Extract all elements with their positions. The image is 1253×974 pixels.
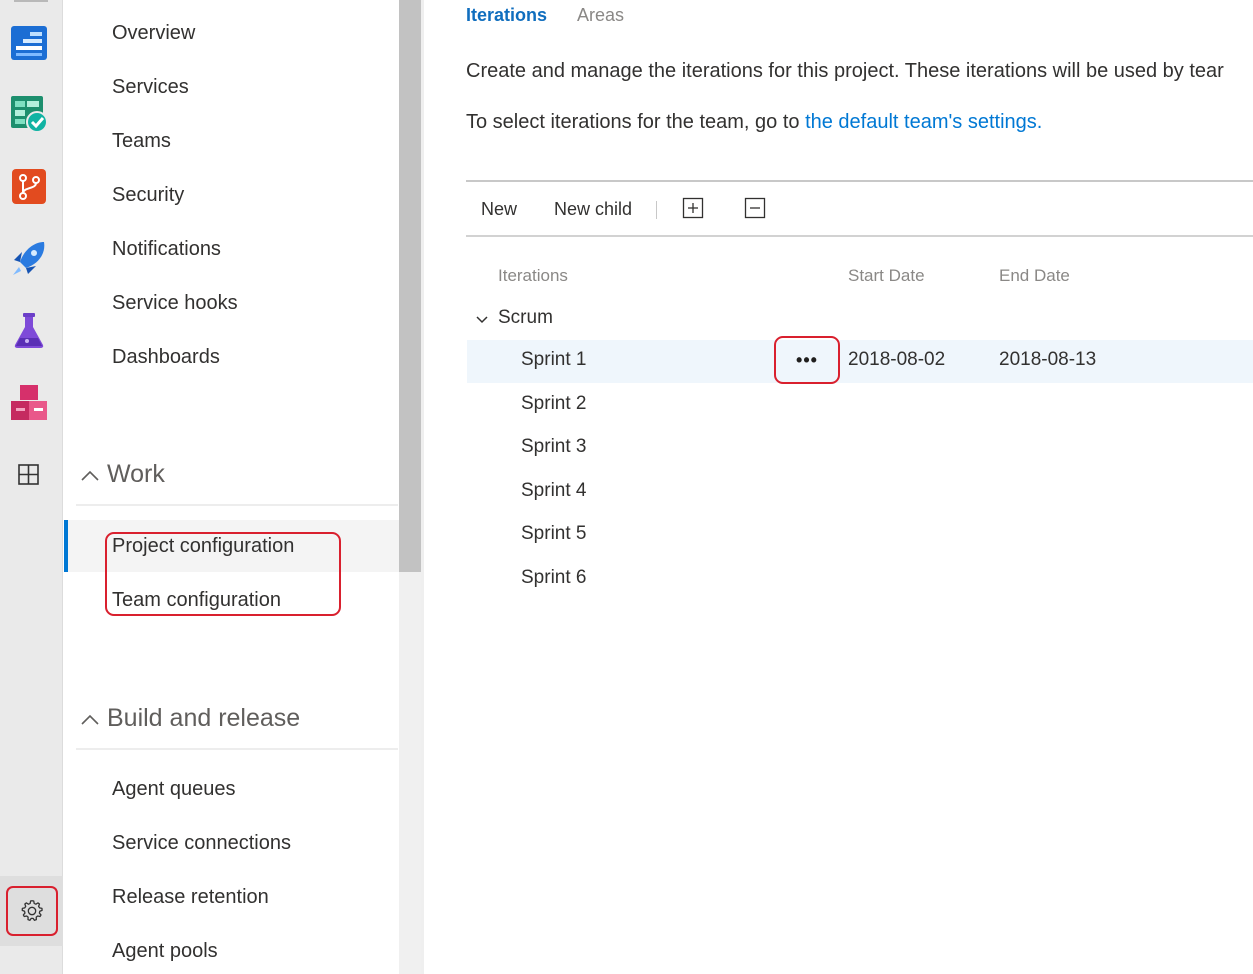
nav-item-security[interactable]: Security (112, 184, 184, 207)
app-rail (0, 0, 63, 974)
sprint-1-end-date: 2018-08-13 (999, 349, 1097, 370)
nav-item-services[interactable]: Services (112, 76, 189, 99)
repos-icon[interactable] (10, 166, 48, 206)
iteration-row-sprint-3[interactable]: Sprint 3 (521, 436, 586, 458)
toolbar: New New child (466, 180, 1253, 237)
nav-item-notifications[interactable]: Notifications (112, 238, 221, 261)
iteration-row-sprint-2[interactable]: Sprint 2 (521, 393, 586, 415)
nav-section-build-and-release[interactable]: Build and release (76, 704, 398, 750)
nav-section-label: Build and release (107, 704, 301, 732)
team-settings-hint: To select iterations for the team, go to… (466, 111, 1042, 134)
toolbar-separator (656, 201, 657, 219)
tab-areas[interactable]: Areas (577, 5, 624, 26)
rail-indicator (14, 0, 48, 2)
chevron-down-icon[interactable] (472, 309, 492, 329)
boards-icon[interactable] (10, 22, 48, 62)
column-header-end-date[interactable]: End Date (999, 266, 1070, 286)
more-icon: ••• (796, 350, 818, 370)
artifacts-icon[interactable] (10, 382, 48, 422)
settings-area (0, 876, 63, 946)
scrollbar-thumb[interactable] (399, 0, 421, 572)
column-header-start-date[interactable]: Start Date (848, 266, 925, 286)
sprint-1-start-date: 2018-08-02 (848, 349, 946, 370)
nav-item-dashboards[interactable]: Dashboards (112, 346, 220, 369)
pipelines-icon[interactable] (10, 238, 48, 278)
chevron-up-icon (81, 470, 99, 481)
nav-scrollbar[interactable] (399, 0, 421, 974)
column-header-iterations[interactable]: Iterations (498, 266, 568, 286)
nav-section-work[interactable]: Work (76, 460, 398, 506)
nav-selected-indicator (64, 520, 68, 572)
iteration-row-sprint-6[interactable]: Sprint 6 (521, 567, 586, 589)
more-actions-button[interactable]: ••• (774, 336, 840, 384)
iteration-row-sprint-5[interactable]: Sprint 5 (521, 523, 586, 545)
nav-item-release-retention[interactable]: Release retention (112, 886, 269, 909)
page-description: Create and manage the iterations for thi… (466, 60, 1224, 82)
expand-all-icon[interactable] (682, 197, 704, 219)
tree-root-label: Scrum (498, 307, 553, 328)
settings-button[interactable] (6, 886, 58, 936)
nav-item-agent-pools[interactable]: Agent pools (112, 940, 218, 963)
iteration-row-sprint-4[interactable]: Sprint 4 (521, 480, 586, 502)
iteration-row-sprint-1[interactable]: Sprint 1 (521, 349, 586, 371)
hint-text: To select iterations for the team, go to (466, 111, 806, 133)
nav-section-label: Work (107, 460, 165, 488)
nav-item-agent-queues[interactable]: Agent queues (112, 778, 235, 801)
nav-item-service-connections[interactable]: Service connections (112, 832, 291, 855)
tab-iterations[interactable]: Iterations (466, 5, 547, 26)
gear-icon (21, 900, 43, 921)
nav-item-service-hooks[interactable]: Service hooks (112, 292, 238, 315)
new-button[interactable]: New (481, 199, 517, 220)
settings-nav: Overview Services Teams Security Notific… (64, 0, 399, 974)
main-content: Iterations Areas Create and manage the i… (424, 0, 1253, 974)
test-plans-icon[interactable] (10, 310, 48, 350)
nav-item-teams[interactable]: Teams (112, 130, 171, 153)
work-items-icon[interactable] (10, 93, 48, 133)
default-team-settings-link[interactable]: the default team's settings. (805, 111, 1042, 133)
chevron-up-icon (81, 714, 99, 725)
grid-icon[interactable] (10, 454, 48, 494)
highlight-annotation (105, 532, 341, 616)
nav-item-overview[interactable]: Overview (112, 22, 195, 45)
collapse-all-icon[interactable] (744, 197, 766, 219)
new-child-button[interactable]: New child (554, 199, 632, 220)
